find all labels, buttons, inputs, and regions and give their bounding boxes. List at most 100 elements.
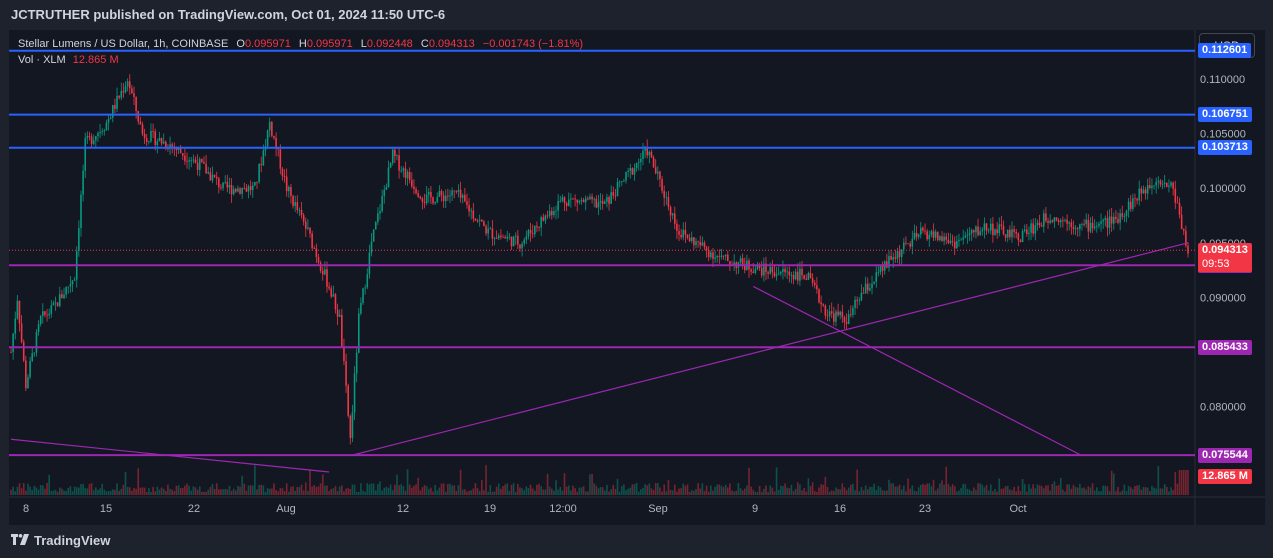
volume-bar [16,486,19,495]
volume-bar [773,491,776,495]
publish-title: JCTRUTHER published on TradingView.com, … [11,7,446,22]
candle-body [118,95,120,98]
candle-body [981,229,984,232]
volume-bar [1163,484,1166,495]
candle-body [481,219,483,222]
publish-header: JCTRUTHER published on TradingView.com, … [0,0,1273,30]
volume-bar [1042,488,1045,495]
x-tick-label: 16 [834,503,846,515]
volume-bar [266,488,269,495]
volume-bar [349,488,352,495]
volume-bar [449,483,451,495]
volume-bar [158,489,161,495]
volume-bar [553,490,555,495]
candle-body [128,81,131,89]
volume-bar [1098,491,1100,495]
candle-body [669,207,672,216]
candle-body [69,284,72,287]
candle-body [239,188,241,194]
candle-body [237,188,239,192]
candle-body [254,181,256,186]
volume-bar [470,490,472,495]
chart-area[interactable]: 0.1100000.1050000.1000000.0950000.090000… [9,30,1265,525]
candle-body [493,238,496,240]
candle-body [629,168,632,171]
volume-bar [86,488,89,495]
candle-body [18,300,21,324]
volume-bar [381,490,383,495]
candle-body [1104,218,1107,220]
candle-body [712,252,714,259]
candle-body [192,159,195,161]
volume-bar [156,486,159,495]
volume-bar [366,483,369,495]
volume-bar [1174,472,1177,495]
candle-body [657,171,659,174]
volume-bar [302,490,305,495]
candle-body [184,155,186,162]
candle-body [852,307,854,315]
volume-bar [1076,487,1079,495]
candle-body [317,257,320,263]
candle-body [1023,229,1026,231]
volume-bar [61,488,63,495]
volume-bar [724,484,727,495]
volume-bar [531,488,534,495]
candle-body [1187,245,1189,254]
volume-bar [949,486,952,495]
candle-body [618,181,621,183]
volume-bar [1140,489,1143,495]
candle-body [703,242,706,248]
candle-body [998,224,1001,234]
volume-bar [243,483,246,495]
volume-bar [667,480,670,495]
candle-body [453,190,456,192]
volume-bar [1104,485,1107,495]
volume-bar [648,483,651,495]
candle-body [642,150,644,159]
volume-bar [1053,481,1056,495]
candle-body [550,211,553,216]
volume-bar [578,487,581,495]
candle-body [351,412,354,438]
volume-bar [871,487,873,495]
volume-bar [1006,485,1009,495]
candle-body [699,241,702,246]
candle-body [218,178,220,188]
candle-body [754,269,757,274]
volume-bar [99,488,101,495]
candle-body [523,239,526,244]
volume-bar [1136,485,1138,495]
volume-bar [994,488,996,495]
price-chart[interactable]: 0.1100000.1050000.1000000.0950000.090000… [9,30,1265,525]
candle-body [54,302,57,304]
volume-bar [769,485,772,495]
candle-body [987,230,990,232]
volume-bar [296,486,299,495]
candle-body [648,151,651,156]
volume-bar [752,489,755,495]
volume-bar [451,485,453,495]
volume-bar [304,482,307,495]
candle-body [309,227,311,234]
candle-body [536,226,538,228]
volume-bar [805,491,808,495]
volume-bar [563,473,566,495]
volume-bar [145,491,148,495]
volume-bar [657,483,659,495]
volume-bar [63,490,65,495]
volume-bar [686,484,689,495]
volume-bar [234,490,237,495]
candle-body [845,321,848,324]
candle-body [220,187,222,189]
volume-bar [160,487,163,495]
candle-body [332,294,335,297]
volume-bar [614,488,617,495]
volume-bar [695,489,697,495]
volume-bar [385,486,388,495]
tradingview-logo[interactable]: TradingView [11,533,110,548]
volume-bar [860,487,863,495]
volume-bar [421,487,424,495]
x-tick-label: 15 [100,503,112,515]
volume-bar [1112,473,1115,495]
